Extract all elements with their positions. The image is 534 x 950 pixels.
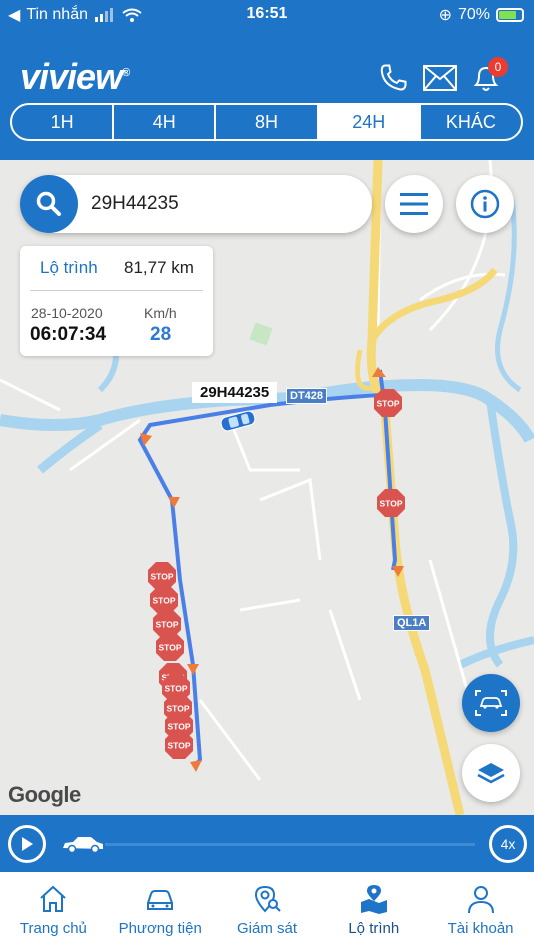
playback-speed-button[interactable]: 4x [489, 825, 527, 863]
stop-marker-text: STOP [168, 741, 191, 751]
layers-icon [477, 763, 505, 784]
tab-8h[interactable]: 8H [216, 105, 319, 139]
nav-vehicles[interactable]: Phương tiện [107, 872, 214, 950]
playback-bar: 4x [0, 815, 534, 872]
speed-unit-label: Km/h [144, 305, 177, 321]
search-icon [36, 191, 61, 216]
nav-monitoring-label: Giám sát [236, 920, 297, 937]
card-divider [30, 290, 203, 291]
car-icon [147, 890, 174, 910]
stop-marker-text: STOP [151, 572, 174, 582]
stop-marker-icon[interactable]: STOP [376, 488, 406, 518]
menu-button[interactable] [385, 175, 443, 233]
hamburger-menu-icon [400, 193, 428, 215]
nav-route-label: Lộ trình [348, 920, 400, 937]
trip-time: 06:07:34 [30, 324, 107, 345]
stop-marker-text: STOP [153, 596, 176, 606]
search-button[interactable] [20, 175, 78, 233]
river [37, 421, 103, 474]
park-area [249, 322, 273, 346]
stop-marker-text: STOP [380, 499, 403, 509]
street-view-button[interactable] [462, 674, 520, 732]
bottom-navigation: Trang chủ Phương tiện Giám sát Lộ trình … [0, 872, 534, 950]
nav-home-label: Trang chủ [19, 920, 87, 937]
stop-marker-text: STOP [377, 399, 400, 409]
stop-marker-text: STOP [156, 620, 179, 630]
nav-vehicles-label: Phương tiện [118, 920, 202, 937]
play-button[interactable] [8, 825, 46, 863]
stop-marker-icon[interactable]: STOP [164, 730, 194, 760]
info-button[interactable] [456, 175, 514, 233]
status-right: ⊕ 70% [439, 5, 524, 25]
stop-marker-icon[interactable]: STOP [155, 632, 185, 662]
route-icon [360, 885, 387, 914]
tab-24h[interactable]: 24H [318, 105, 421, 139]
tab-4h[interactable]: 4H [114, 105, 217, 139]
notification-badge: 0 [488, 57, 508, 77]
nav-route[interactable]: Lộ trình [320, 872, 427, 950]
phone-icon[interactable] [375, 60, 411, 96]
playback-car-icon[interactable] [61, 834, 105, 854]
vehicle-search-bar[interactable]: 29H44235 [20, 175, 372, 233]
stop-marker-icon[interactable]: STOP [373, 388, 403, 418]
info-icon [470, 189, 500, 219]
route-distance-value: 81,77 km [124, 258, 194, 277]
trip-date: 28-10-2020 [31, 305, 103, 321]
road-label-ql1a: QL1A [393, 615, 431, 631]
nav-home[interactable]: Trang chủ [0, 872, 107, 950]
river [486, 399, 518, 668]
speed-value: 28 [150, 324, 172, 345]
user-icon [467, 886, 494, 914]
vehicle-marker-icon[interactable] [218, 409, 258, 433]
highway-ramp [368, 267, 498, 342]
play-icon [22, 837, 33, 851]
home-icon [40, 885, 67, 912]
google-attribution-logo: Google [8, 782, 81, 807]
status-bar: ◀ Tin nhắn 16:51 ⊕ 70% [0, 0, 534, 30]
nav-monitoring[interactable]: Giám sát [214, 872, 321, 950]
playback-progress-track[interactable] [105, 843, 475, 846]
stop-marker-text: STOP [159, 643, 182, 653]
road-label-dt428: DT428 [286, 388, 328, 404]
tab-other[interactable]: KHÁC [421, 105, 521, 139]
tab-1h[interactable]: 1H [12, 105, 115, 139]
app-header: ◀ Tin nhắn 16:51 ⊕ 70% viview® 0 1H 4H 8… [0, 0, 534, 160]
trip-info-card: Lộ trình 81,77 km 28-10-2020 06:07:34 Km… [20, 246, 213, 356]
nav-account[interactable]: Tài khoản [427, 872, 534, 950]
vehicle-plate-label: 29H44235 [192, 382, 278, 403]
car-frame-icon [475, 690, 507, 716]
orientation-lock-icon: ⊕ [438, 7, 452, 24]
map-layers-button[interactable] [462, 744, 520, 802]
river [495, 199, 522, 393]
mail-icon[interactable] [422, 60, 458, 96]
route-distance-label: Lộ trình [40, 258, 98, 277]
nav-account-label: Tài khoản [447, 920, 514, 937]
battery-percent: 70% [457, 6, 490, 23]
search-input-value[interactable]: 29H44235 [91, 193, 179, 215]
monitor-search-icon [254, 885, 281, 913]
time-range-tabs: 1H 4H 8H 24H KHÁC [10, 103, 523, 141]
app-logo: viview® [20, 56, 130, 97]
battery-icon [496, 8, 524, 22]
stop-marker-text: STOP [165, 684, 188, 694]
